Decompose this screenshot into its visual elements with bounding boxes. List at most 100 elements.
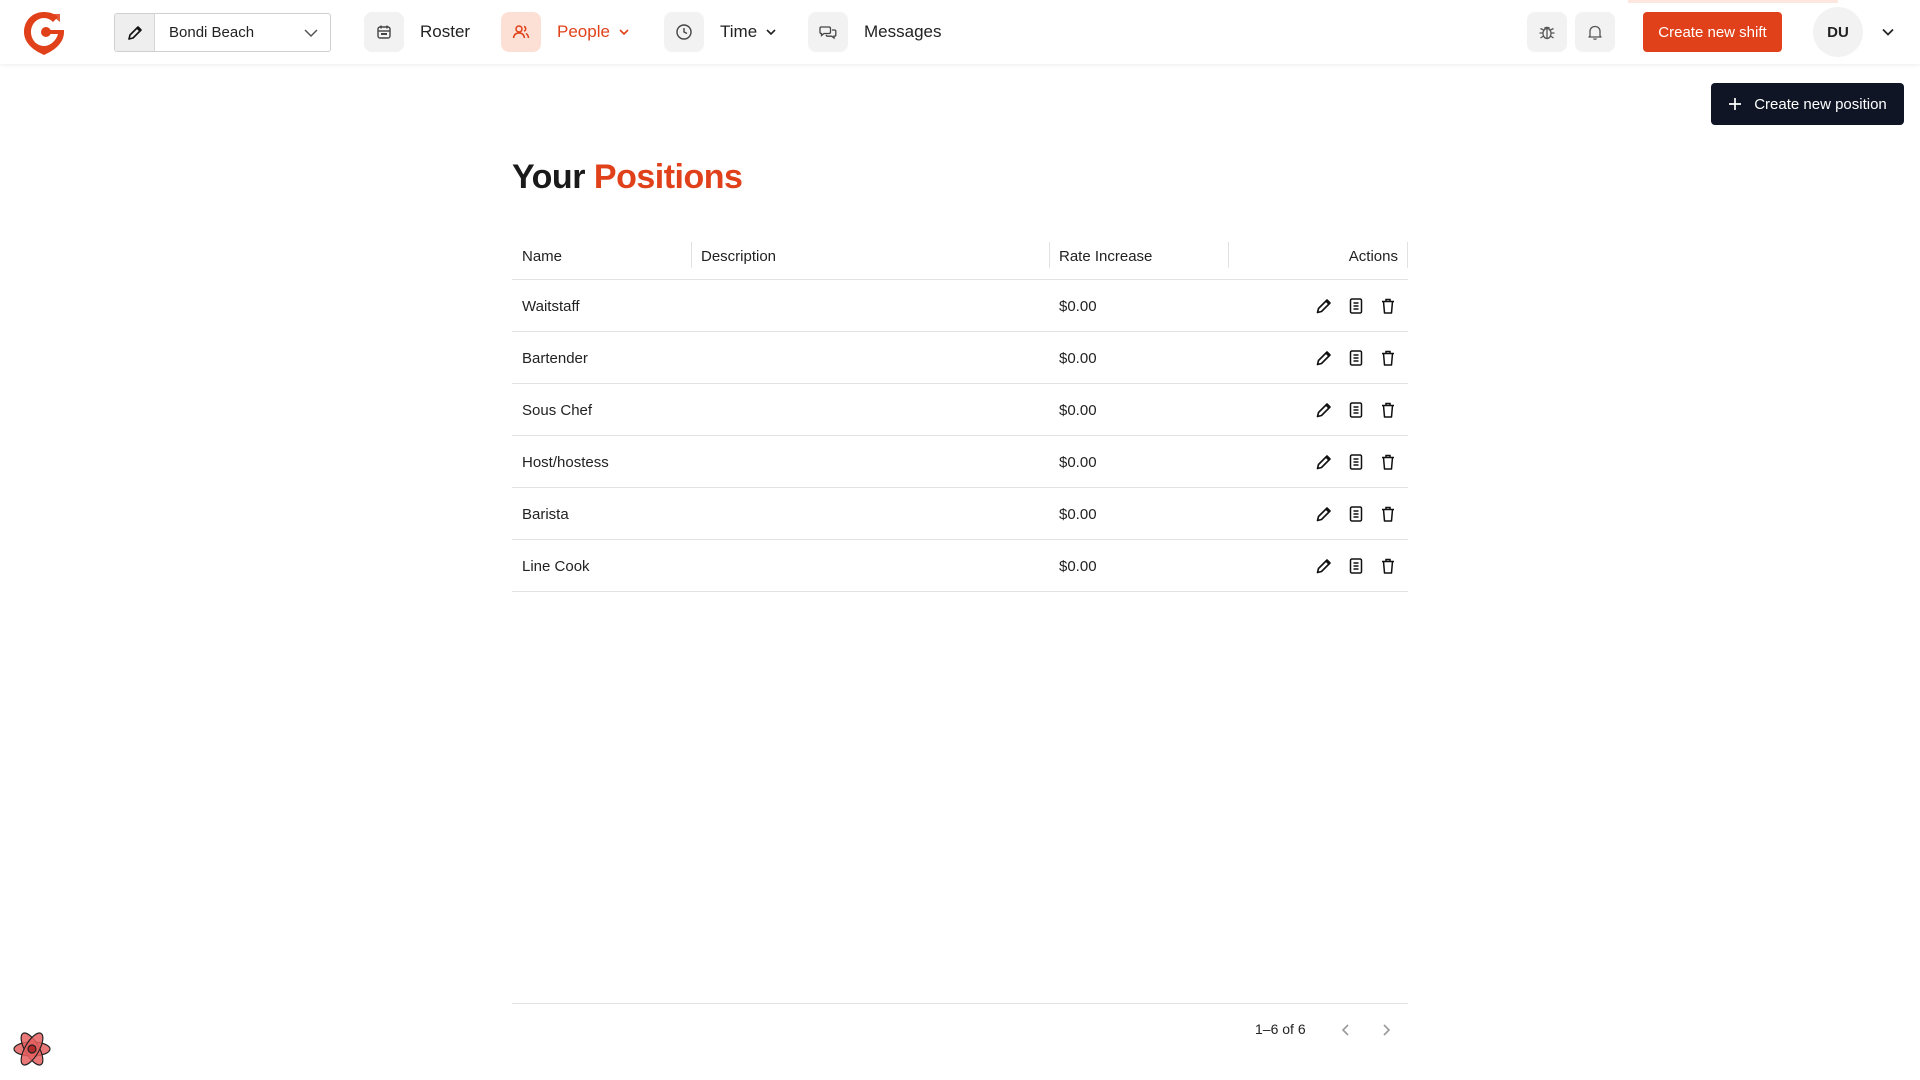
trash-icon (1382, 402, 1394, 418)
pencil-icon (1316, 455, 1331, 470)
row-actions (1314, 540, 1398, 592)
edit-position-button[interactable] (1314, 296, 1334, 316)
trash-icon (1382, 350, 1394, 366)
top-navigation-bar: Bondi Beach Roster People Time Messages … (0, 0, 1920, 64)
nav-people[interactable]: People (501, 12, 630, 52)
location-select[interactable]: Bondi Beach (114, 13, 331, 52)
position-name-cell: Host/hostess (522, 453, 609, 471)
chevron-down-icon[interactable] (1878, 22, 1898, 42)
trash-icon (1382, 506, 1394, 522)
position-rate-cell: $0.00 (1059, 505, 1097, 523)
table-row: Barista $0.00 (512, 488, 1408, 540)
document-icon (1349, 454, 1363, 470)
table-header: Name Description Rate Increase Actions (512, 232, 1408, 280)
pencil-icon (127, 25, 142, 40)
trash-icon (1382, 454, 1394, 470)
edit-position-button[interactable] (1314, 348, 1334, 368)
location-label: Bondi Beach (169, 24, 255, 41)
column-header-rate-increase[interactable]: Rate Increase (1059, 232, 1152, 280)
column-divider (1407, 242, 1408, 268)
page-title-prefix: Your (512, 158, 585, 196)
notifications-button[interactable] (1575, 12, 1615, 52)
position-rate-cell: $0.00 (1059, 297, 1097, 315)
delete-position-button[interactable] (1378, 452, 1398, 472)
column-header-name[interactable]: Name (522, 232, 562, 280)
table-row: Bartender $0.00 (512, 332, 1408, 384)
view-details-button[interactable] (1346, 452, 1366, 472)
create-new-position-button[interactable]: Create new position (1711, 83, 1904, 125)
calendar-icon (364, 12, 404, 52)
position-name-cell: Line Cook (522, 557, 590, 575)
edit-position-button[interactable] (1314, 504, 1334, 524)
column-divider[interactable] (1228, 242, 1229, 268)
trash-icon (1382, 298, 1394, 314)
position-rate-cell: $0.00 (1059, 349, 1097, 367)
page-title: Your Positions (512, 158, 743, 197)
location-edit-button[interactable] (115, 14, 155, 51)
delete-position-button[interactable] (1378, 556, 1398, 576)
column-divider[interactable] (1049, 242, 1050, 268)
column-divider[interactable] (691, 242, 692, 268)
nav-messages[interactable]: Messages (808, 12, 941, 52)
position-rate-cell: $0.00 (1059, 401, 1097, 419)
position-rate-cell: $0.00 (1059, 453, 1097, 471)
pencil-icon (1316, 507, 1331, 522)
edit-position-button[interactable] (1314, 556, 1334, 576)
view-details-button[interactable] (1346, 504, 1366, 524)
previous-page-button[interactable] (1334, 1018, 1358, 1042)
pencil-icon (1316, 299, 1331, 314)
view-details-button[interactable] (1346, 296, 1366, 316)
clock-icon (664, 12, 704, 52)
edit-position-button[interactable] (1314, 400, 1334, 420)
nav-roster[interactable]: Roster (364, 12, 470, 52)
view-details-button[interactable] (1346, 400, 1366, 420)
document-icon (1349, 350, 1363, 366)
column-header-description[interactable]: Description (701, 232, 776, 280)
bell-icon (1588, 25, 1602, 40)
position-name-cell: Sous Chef (522, 401, 593, 419)
nav-roster-label: Roster (420, 22, 471, 41)
position-name-cell: Bartender (522, 349, 588, 367)
positions-table: Name Description Rate Increase Actions W… (512, 232, 1408, 592)
next-page-button[interactable] (1374, 1018, 1398, 1042)
row-actions (1314, 332, 1398, 384)
nav-time[interactable]: Time (664, 12, 777, 52)
delete-position-button[interactable] (1378, 400, 1398, 420)
delete-position-button[interactable] (1378, 504, 1398, 524)
view-details-button[interactable] (1346, 556, 1366, 576)
column-header-actions: Actions (1348, 247, 1398, 265)
pencil-icon (1316, 403, 1331, 418)
row-actions (1314, 488, 1398, 540)
row-actions (1314, 384, 1398, 436)
chevron-right-icon (1383, 1024, 1391, 1036)
edit-position-button[interactable] (1314, 452, 1334, 472)
nav-people-label: People (557, 22, 610, 41)
delete-position-button[interactable] (1378, 348, 1398, 368)
user-avatar[interactable]: DU (1813, 7, 1863, 57)
document-icon (1349, 558, 1363, 574)
row-actions (1314, 280, 1398, 332)
pagination-range: 1–6 of 6 (1255, 1021, 1306, 1037)
bug-icon (1539, 26, 1555, 40)
page-title-accent: Positions (593, 158, 743, 196)
position-name-cell: Barista (522, 505, 569, 523)
nav-messages-label: Messages (864, 22, 942, 41)
table-row: Host/hostess $0.00 (512, 436, 1408, 488)
react-devtools-icon[interactable] (10, 1027, 54, 1071)
plus-icon (1728, 97, 1742, 111)
bug-report-button[interactable] (1527, 12, 1567, 52)
people-icon (501, 12, 541, 52)
document-icon (1349, 298, 1363, 314)
document-icon (1349, 506, 1363, 522)
pencil-icon (1316, 351, 1331, 366)
chevron-down-icon (618, 26, 630, 38)
delete-position-button[interactable] (1378, 296, 1398, 316)
chat-icon (808, 12, 848, 52)
view-details-button[interactable] (1346, 348, 1366, 368)
app-logo-icon[interactable] (22, 9, 66, 55)
table-row: Waitstaff $0.00 (512, 280, 1408, 332)
create-new-position-label: Create new position (1754, 95, 1887, 113)
chevron-left-icon (1341, 1024, 1349, 1036)
document-icon (1349, 402, 1363, 418)
create-new-shift-button[interactable]: Create new shift (1643, 12, 1782, 52)
